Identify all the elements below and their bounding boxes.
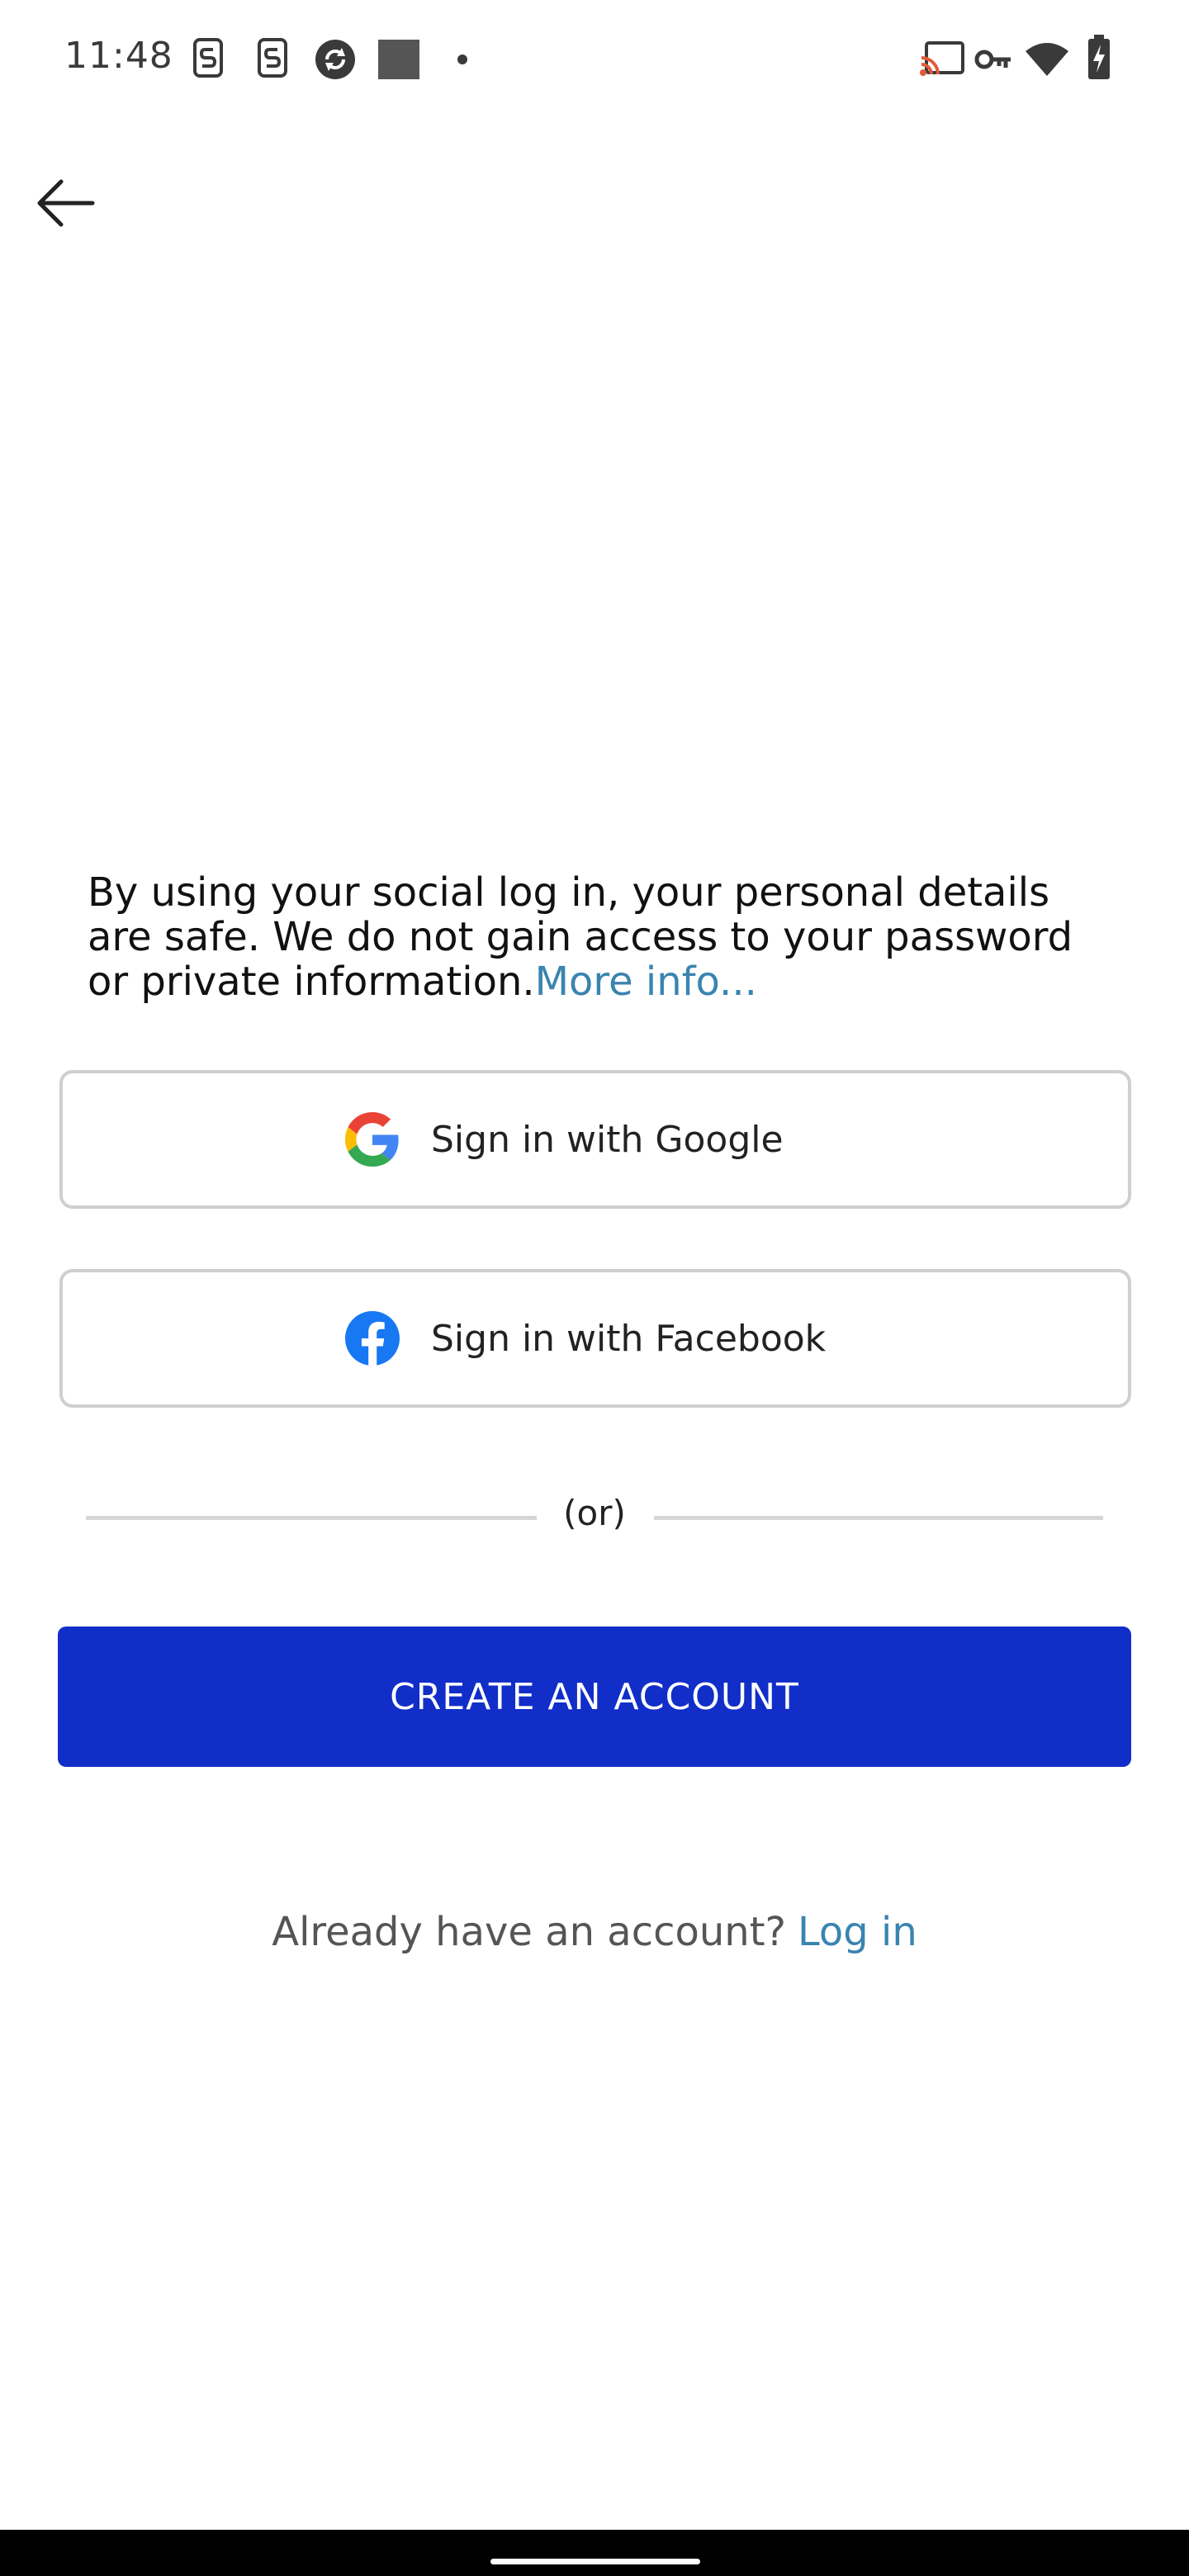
google-icon [345, 1112, 399, 1167]
sim-s-icon [258, 38, 287, 78]
sim-s-icon [193, 38, 223, 78]
facebook-signin-button[interactable]: Sign in with Facebook [59, 1269, 1131, 1408]
google-signin-label: Sign in with Google [431, 1118, 784, 1161]
login-prompt: Already have an account? Log in [0, 1909, 1189, 1955]
create-account-button[interactable]: CREATE AN ACCOUNT [58, 1627, 1131, 1767]
divider-line-right [654, 1516, 1103, 1520]
create-account-label: CREATE AN ACCOUNT [390, 1675, 799, 1718]
divider-or: (or) [563, 1493, 626, 1533]
square-icon [378, 40, 419, 79]
battery-charging-icon [1088, 35, 1110, 79]
facebook-signin-label: Sign in with Facebook [431, 1317, 827, 1360]
sync-icon [315, 40, 355, 79]
arrow-left-icon [37, 179, 95, 227]
more-info-link[interactable]: More info... [535, 959, 757, 1005]
signup-screen: 11:48 By using your social log in, your … [0, 0, 1189, 2576]
login-prompt-text: Already have an account? [272, 1909, 786, 1955]
home-gesture-handle[interactable] [490, 2559, 700, 2564]
system-nav-bar [0, 2530, 1189, 2576]
divider-line-left [86, 1516, 537, 1520]
facebook-icon [345, 1311, 400, 1366]
social-login-disclaimer: By using your social log in, your person… [88, 870, 1120, 1004]
login-link[interactable]: Log in [798, 1909, 917, 1955]
cast-icon [920, 41, 964, 76]
status-time: 11:48 [64, 35, 173, 77]
status-bar: 11:48 [0, 0, 1189, 119]
google-signin-button[interactable]: Sign in with Google [59, 1070, 1131, 1209]
wifi-icon [1026, 43, 1068, 76]
vpn-key-icon [974, 50, 1011, 69]
dot-icon [457, 54, 467, 64]
back-button[interactable] [30, 172, 99, 234]
